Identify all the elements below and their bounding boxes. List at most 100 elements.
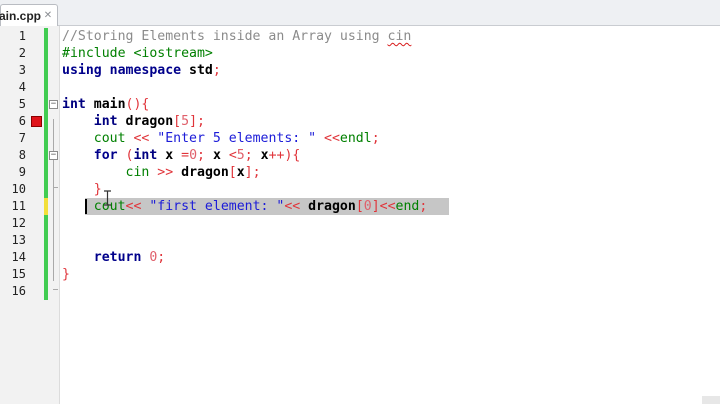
code-line[interactable]: 8 − for (int x =0; x <5; x++){ [0, 147, 720, 164]
line-number: 6 [18, 114, 26, 128]
code-line[interactable]: 12 [0, 215, 720, 232]
code-area[interactable]: int main(){ [60, 96, 720, 113]
code-token: int [133, 148, 166, 163]
code-area[interactable]: } [60, 266, 720, 283]
change-marker [44, 215, 48, 232]
change-marker [44, 232, 48, 249]
code-area[interactable]: using namespace std; [60, 62, 720, 79]
code-token: std [189, 63, 213, 78]
code-token: >> [157, 165, 182, 180]
code-text: cout<< "first element: "<< dragon[0]<<en… [62, 198, 428, 215]
code-token: ; [419, 199, 428, 214]
code-line[interactable]: 3 using namespace std; [0, 62, 720, 79]
line-number: 13 [11, 233, 26, 247]
tab-bar: ain.cpp ✕ [0, 0, 720, 26]
code-line[interactable]: 16 [0, 283, 720, 300]
code-token: int [93, 114, 126, 129]
code-area[interactable]: cin >> dragon[x]; [60, 164, 720, 181]
line-number: 1 [18, 29, 26, 43]
code-token: ++){ [268, 148, 301, 163]
code-line[interactable]: 15} [0, 266, 720, 283]
code-area[interactable] [60, 215, 720, 232]
code-token: //Storing Elements inside an Array using [62, 29, 388, 44]
code-token: } [93, 182, 102, 197]
tab-main-cpp[interactable]: ain.cpp ✕ [0, 4, 58, 26]
code-text: #include <iostream> [62, 45, 213, 62]
code-token: return [93, 250, 150, 265]
line-number: 2 [18, 46, 26, 60]
code-token: cout [93, 131, 134, 146]
code-area[interactable]: cout<< "first element: "<< dragon[0]<<en… [60, 198, 720, 215]
code-token: "first element: " [149, 199, 285, 214]
breakpoint-icon[interactable] [31, 116, 42, 127]
code-line[interactable]: 7 cout << "Enter 5 elements: " <<endl; [0, 130, 720, 147]
line-number: 7 [18, 131, 26, 145]
line-number: 5 [18, 97, 26, 111]
change-marker [44, 79, 48, 96]
code-area[interactable]: } [60, 181, 720, 198]
code-text: int main(){ [62, 96, 149, 113]
code-token: < [228, 148, 237, 163]
code-token: 0 [363, 199, 372, 214]
code-token: 5 [181, 114, 190, 129]
code-token: x [236, 165, 245, 180]
code-token: ; [197, 148, 213, 163]
code-line[interactable]: 13 [0, 232, 720, 249]
code-token: 0 [189, 148, 198, 163]
code-line[interactable]: 9 cin >> dragon[x]; [0, 164, 720, 181]
code-token: << [284, 199, 309, 214]
code-token: dragon [308, 199, 356, 214]
code-text: //Storing Elements inside an Array using… [62, 28, 411, 45]
code-area[interactable]: int dragon[5]; [60, 113, 720, 130]
code-token: ; [371, 131, 380, 146]
code-line[interactable]: 14 return 0; [0, 249, 720, 266]
code-token: x [212, 148, 229, 163]
code-text: for (int x =0; x <5; x++){ [62, 147, 301, 164]
code-line[interactable]: 5 − int main(){ [0, 96, 720, 113]
code-area[interactable]: cout << "Enter 5 elements: " <<endl; [60, 130, 720, 147]
code-area[interactable]: return 0; [60, 249, 720, 266]
code-line[interactable]: 6 int dragon[5]; [0, 113, 720, 130]
code-token: cin [387, 29, 412, 44]
code-token: x [165, 148, 182, 163]
code-line[interactable]: 1 //Storing Elements inside an Array usin… [0, 28, 720, 45]
line-number: 15 [11, 267, 26, 281]
fold-toggle-icon[interactable]: − [49, 151, 58, 160]
code-text: return 0; [62, 249, 165, 266]
code-area[interactable] [60, 283, 720, 300]
fold-toggle-icon[interactable]: − [49, 100, 58, 109]
code-text: cout << "Enter 5 elements: " <<endl; [62, 130, 380, 147]
code-area[interactable]: //Storing Elements inside an Array using… [60, 28, 720, 45]
code-token: << [125, 199, 150, 214]
code-token: [ [355, 199, 364, 214]
code-token: end [395, 199, 420, 214]
scrollbar-corner[interactable] [702, 396, 720, 404]
code-token: << [133, 131, 158, 146]
code-token: ; [157, 250, 166, 265]
code-token: (){ [125, 97, 150, 112]
code-token: } [62, 267, 70, 282]
code-token: for [93, 148, 126, 163]
code-token: "Enter 5 elements: " [157, 131, 317, 146]
change-marker [44, 198, 48, 215]
change-marker [44, 28, 48, 45]
code-area[interactable] [60, 232, 720, 249]
code-token: ]; [189, 114, 205, 129]
code-token: main [93, 97, 126, 112]
change-marker [44, 164, 48, 181]
code-area[interactable] [60, 79, 720, 96]
change-marker [44, 96, 48, 113]
change-marker [44, 130, 48, 147]
code-area[interactable]: for (int x =0; x <5; x++){ [60, 147, 720, 164]
code-token: using namespace [62, 63, 190, 78]
code-line[interactable]: 4 [0, 79, 720, 96]
code-token: #include <iostream> [62, 46, 213, 61]
change-marker [44, 113, 48, 130]
tab-label: ain.cpp [0, 8, 42, 23]
code-area[interactable]: #include <iostream> [60, 45, 720, 62]
code-line[interactable]: 2 #include <iostream> [0, 45, 720, 62]
close-icon[interactable]: ✕ [41, 7, 55, 23]
